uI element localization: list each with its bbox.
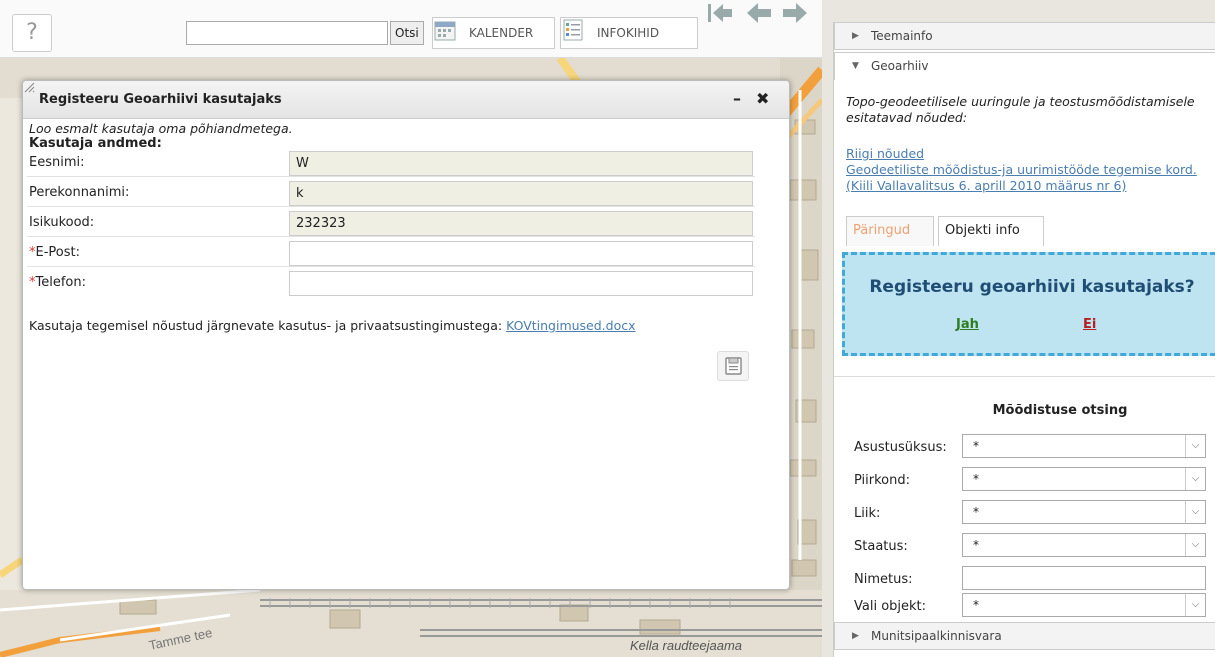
region-label: Piirkond: (854, 473, 911, 488)
status-label: Staatus: (854, 539, 908, 554)
email-field[interactable] (289, 241, 753, 266)
register-prompt-box: Registeeru geoarhiivi kasutajaks? Jah Ei (842, 252, 1215, 356)
form-row-idcode: Isikukood: 232323 (27, 210, 755, 237)
consent-text: Kasutaja tegemisel nõustud järgnevate ka… (29, 318, 636, 333)
infolayers-label: INFOKIHID (597, 26, 660, 40)
region-value: * (973, 472, 979, 486)
link-state-requirements[interactable]: Riigi nõuded (846, 146, 1215, 162)
save-button[interactable] (717, 351, 749, 381)
dialog-title: Registeeru Geoarhiivi kasutajaks (39, 92, 282, 107)
accordion-munitsipaal[interactable]: ▶ Munitsipaalkinnisvara (834, 622, 1215, 650)
chevron-down-icon: ⌵ (1185, 594, 1205, 616)
email-label: E-Post: (35, 245, 80, 260)
triangle-right-icon: ▶ (852, 31, 859, 41)
dialog-header[interactable]: Registeeru Geoarhiivi kasutajaks – ✖ (23, 81, 789, 119)
register-yes-link[interactable]: Jah (956, 317, 979, 332)
search-row-object: Vali objekt: * ⌵ (854, 593, 1214, 621)
map-road-label-2: Kella raudteejaama (630, 638, 742, 653)
search-row-status: Staatus: * ⌵ (854, 533, 1214, 561)
register-no-link[interactable]: Ei (1083, 317, 1096, 332)
type-select[interactable]: * ⌵ (962, 500, 1206, 524)
calendar-icon (434, 21, 456, 41)
phone-label-wrap: *Telefon: (29, 275, 86, 290)
settlement-label: Asustusüksus: (854, 440, 947, 455)
map-area[interactable]: Tamme tee Kella raudteejaama ? Otsi KALE… (0, 0, 822, 657)
settlement-select[interactable]: * ⌵ (962, 434, 1206, 458)
layers-list-icon (563, 19, 583, 41)
form-row-email: *E-Post: (27, 240, 755, 267)
minimize-button[interactable]: – (733, 89, 741, 108)
search-row-region: Piirkond: * ⌵ (854, 467, 1214, 495)
calendar-button[interactable]: KALENDER (432, 17, 555, 49)
accordion-label: Teemainfo (871, 29, 933, 43)
accordion-teemainfo[interactable]: ▶ Teemainfo (834, 22, 1215, 50)
lastname-value: k (289, 181, 753, 206)
tab-queries[interactable]: Päringud (846, 216, 934, 246)
firstname-label: Eesnimi: (29, 155, 85, 170)
chevron-down-icon: ⌵ (1185, 501, 1205, 523)
register-question: Registeeru geoarhiivi kasutajaks? (869, 277, 1195, 297)
first-extent-icon[interactable] (705, 0, 735, 26)
email-label-wrap: *E-Post: (29, 245, 80, 260)
side-panel: ▶ Teemainfo ▼ Geoarhiiv Topo-geodeetilis… (833, 22, 1215, 657)
requirements-description: Topo-geodeetilisele uuringule ja teostus… (846, 94, 1195, 125)
terms-link[interactable]: KOVtingimused.docx (506, 318, 635, 333)
survey-search-title: Mõõdistuse otsing (992, 403, 1128, 418)
infolayers-button[interactable]: INFOKIHID (560, 17, 698, 49)
name-input[interactable] (962, 566, 1206, 590)
object-value: * (973, 598, 979, 612)
geoarchive-body: Topo-geodeetilisele uuringule ja teostus… (846, 94, 1215, 194)
search-input[interactable] (186, 21, 388, 45)
map-toolbar: ? Otsi KALENDER INFOKIHID (0, 0, 822, 58)
resize-grip-icon[interactable] (23, 81, 35, 93)
link-municipal-regulation[interactable]: Geodeetiliste mõõdistus-ja uurimistööde … (846, 162, 1215, 194)
type-value: * (973, 505, 979, 519)
triangle-down-icon: ▼ (852, 61, 859, 71)
search-row-settlement: Asustusüksus: * ⌵ (854, 434, 1214, 462)
floppy-disk-icon (725, 357, 742, 375)
status-select[interactable]: * ⌵ (962, 533, 1206, 557)
form-row-firstname: Eesnimi: W (27, 150, 755, 177)
accordion-label: Munitsipaalkinnisvara (871, 629, 1002, 643)
divider (834, 376, 1215, 377)
type-label: Liik: (854, 506, 881, 521)
accordion-geoarhiiv[interactable]: ▼ Geoarhiiv (834, 52, 1215, 80)
region-select[interactable]: * ⌵ (962, 467, 1206, 491)
search-row-type: Liik: * ⌵ (854, 500, 1214, 528)
back-arrow-icon[interactable] (744, 0, 774, 26)
phone-label: Telefon: (35, 275, 87, 290)
register-dialog: Registeeru Geoarhiivi kasutajaks – ✖ Loo… (22, 80, 790, 590)
close-button[interactable]: ✖ (756, 89, 769, 108)
object-select[interactable]: * ⌵ (962, 593, 1206, 617)
settlement-value: * (973, 439, 979, 453)
form-row-lastname: Perekonnanimi: k (27, 180, 755, 207)
lastname-label: Perekonnanimi: (29, 185, 130, 200)
chevron-down-icon: ⌵ (1185, 468, 1205, 490)
firstname-value: W (289, 151, 753, 176)
object-label: Vali objekt: (854, 599, 927, 614)
forward-arrow-icon[interactable] (780, 0, 810, 26)
status-value: * (973, 538, 979, 552)
idcode-label: Isikukood: (29, 215, 95, 230)
idcode-value: 232323 (289, 211, 753, 236)
consent-label: Kasutaja tegemisel nõustud järgnevate ka… (29, 318, 503, 333)
calendar-label: KALENDER (469, 26, 534, 40)
help-button[interactable]: ? (12, 14, 52, 52)
chevron-down-icon: ⌵ (1185, 435, 1205, 457)
requirements-links: Riigi nõuded Geodeetiliste mõõdistus-ja … (846, 146, 1215, 194)
phone-field[interactable] (289, 271, 753, 296)
chevron-down-icon: ⌵ (1185, 534, 1205, 556)
search-button[interactable]: Otsi (390, 21, 424, 45)
form-row-phone: *Telefon: (27, 270, 755, 297)
triangle-right-icon: ▶ (852, 631, 859, 641)
dialog-intro: Loo esmalt kasutaja oma põhiandmetega. (29, 121, 293, 136)
tab-object-info[interactable]: Objekti info (938, 216, 1044, 246)
name-label: Nimetus: (854, 572, 913, 587)
search-row-name: Nimetus: (854, 566, 1214, 594)
section-heading: Kasutaja andmed: (29, 136, 162, 151)
accordion-label: Geoarhiiv (871, 59, 929, 73)
